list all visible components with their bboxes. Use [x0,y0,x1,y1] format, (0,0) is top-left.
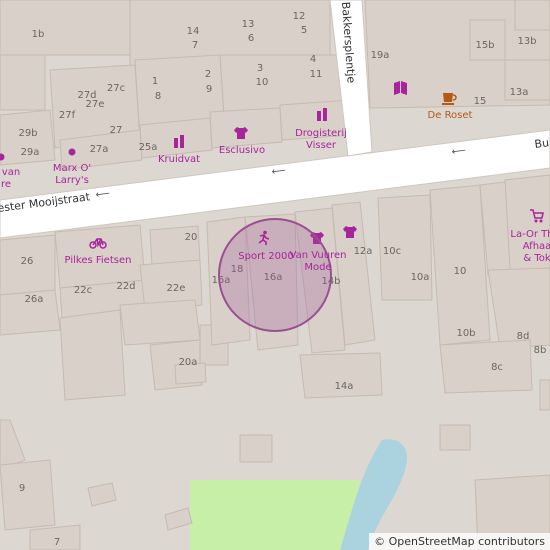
svg-text:⟵: ⟵ [451,145,467,158]
svg-text:27e: 27e [86,99,105,110]
poi-label-van-vuuren: Van Vuuren [290,250,347,261]
svg-text:26: 26 [21,256,34,267]
svg-text:9: 9 [19,483,25,494]
svg-text:27: 27 [110,125,123,136]
svg-text:8b: 8b [534,345,547,356]
svg-text:10b: 10b [456,328,475,339]
svg-text:13a: 13a [510,87,529,98]
svg-text:14a: 14a [335,381,354,392]
svg-text:13b: 13b [517,36,536,47]
svg-text:27c: 27c [107,83,125,94]
svg-text:26a: 26a [25,294,44,305]
svg-text:12: 12 [293,11,306,22]
poi-label-de-roset: De Roset [428,110,473,121]
poi-label-sport-2000: Sport 2000 [238,251,293,262]
svg-text:15b: 15b [475,40,494,51]
svg-text:20: 20 [185,232,198,243]
poi-label-van: van [2,167,20,178]
svg-text:27f: 27f [59,110,76,121]
poi-label-la-or: La-Or Th [510,229,550,240]
svg-text:7: 7 [54,537,60,548]
svg-text:14: 14 [187,26,200,37]
poi-label-re: re [1,179,11,190]
svg-text:19a: 19a [371,50,390,61]
poi-dot-icon[interactable] [68,148,76,156]
location-highlight-circle[interactable] [218,218,332,332]
street-label-east: Bu [534,136,550,151]
svg-text:11: 11 [310,69,323,80]
poi-label-visser: Visser [306,140,337,151]
svg-text:4: 4 [310,54,316,65]
svg-text:22d: 22d [116,281,135,292]
svg-text:3: 3 [257,63,263,74]
svg-text:10a: 10a [411,272,430,283]
svg-text:5: 5 [301,25,307,36]
svg-text:⟵: ⟵ [95,188,111,201]
map-canvas[interactable]: Bakkersplentje ester Mooijstraat Bu ⟵ ⟵ … [0,0,550,550]
svg-text:10: 10 [256,77,269,88]
poi-label-afhaal: Afhaa [523,241,550,252]
svg-text:⟵: ⟵ [271,165,287,178]
svg-text:22c: 22c [74,285,92,296]
svg-text:8c: 8c [491,362,503,373]
svg-text:8: 8 [155,91,161,102]
poi-label-kruidvat: Kruidvat [158,154,200,165]
poi-label-esclusivo: Esclusivo [219,145,265,156]
svg-text:8d: 8d [517,331,530,342]
svg-text:12a: 12a [354,246,373,257]
poi-label-pilkes-fietsen: Pilkes Fietsen [65,255,132,266]
svg-text:9: 9 [206,84,212,95]
svg-text:1b: 1b [32,29,45,40]
svg-text:29b: 29b [18,128,37,139]
map-attribution[interactable]: © OpenStreetMap contributors [369,533,550,550]
poi-label-mode: Mode [304,262,331,273]
svg-text:2: 2 [205,69,211,80]
svg-text:10: 10 [454,266,467,277]
svg-text:15: 15 [474,96,487,107]
svg-text:22e: 22e [167,283,186,294]
svg-text:27a: 27a [90,144,109,155]
svg-text:20a: 20a [179,357,198,368]
svg-text:1: 1 [152,76,158,87]
svg-text:6: 6 [248,33,254,44]
copyright-symbol: © [374,535,386,548]
poi-label-tok: & Tok [523,253,550,264]
svg-text:29a: 29a [21,147,40,158]
svg-text:13: 13 [242,19,255,30]
poi-label-drogisterij: Drogisterij [295,128,347,139]
svg-text:10c: 10c [383,246,401,257]
svg-text:7: 7 [192,40,198,51]
svg-text:25a: 25a [139,142,158,153]
attribution-link[interactable]: OpenStreetMap contributors [389,535,545,548]
poi-label-larrys: Larry's [55,175,89,186]
poi-label-marx: Marx O' [53,163,91,174]
park-area [190,480,360,550]
